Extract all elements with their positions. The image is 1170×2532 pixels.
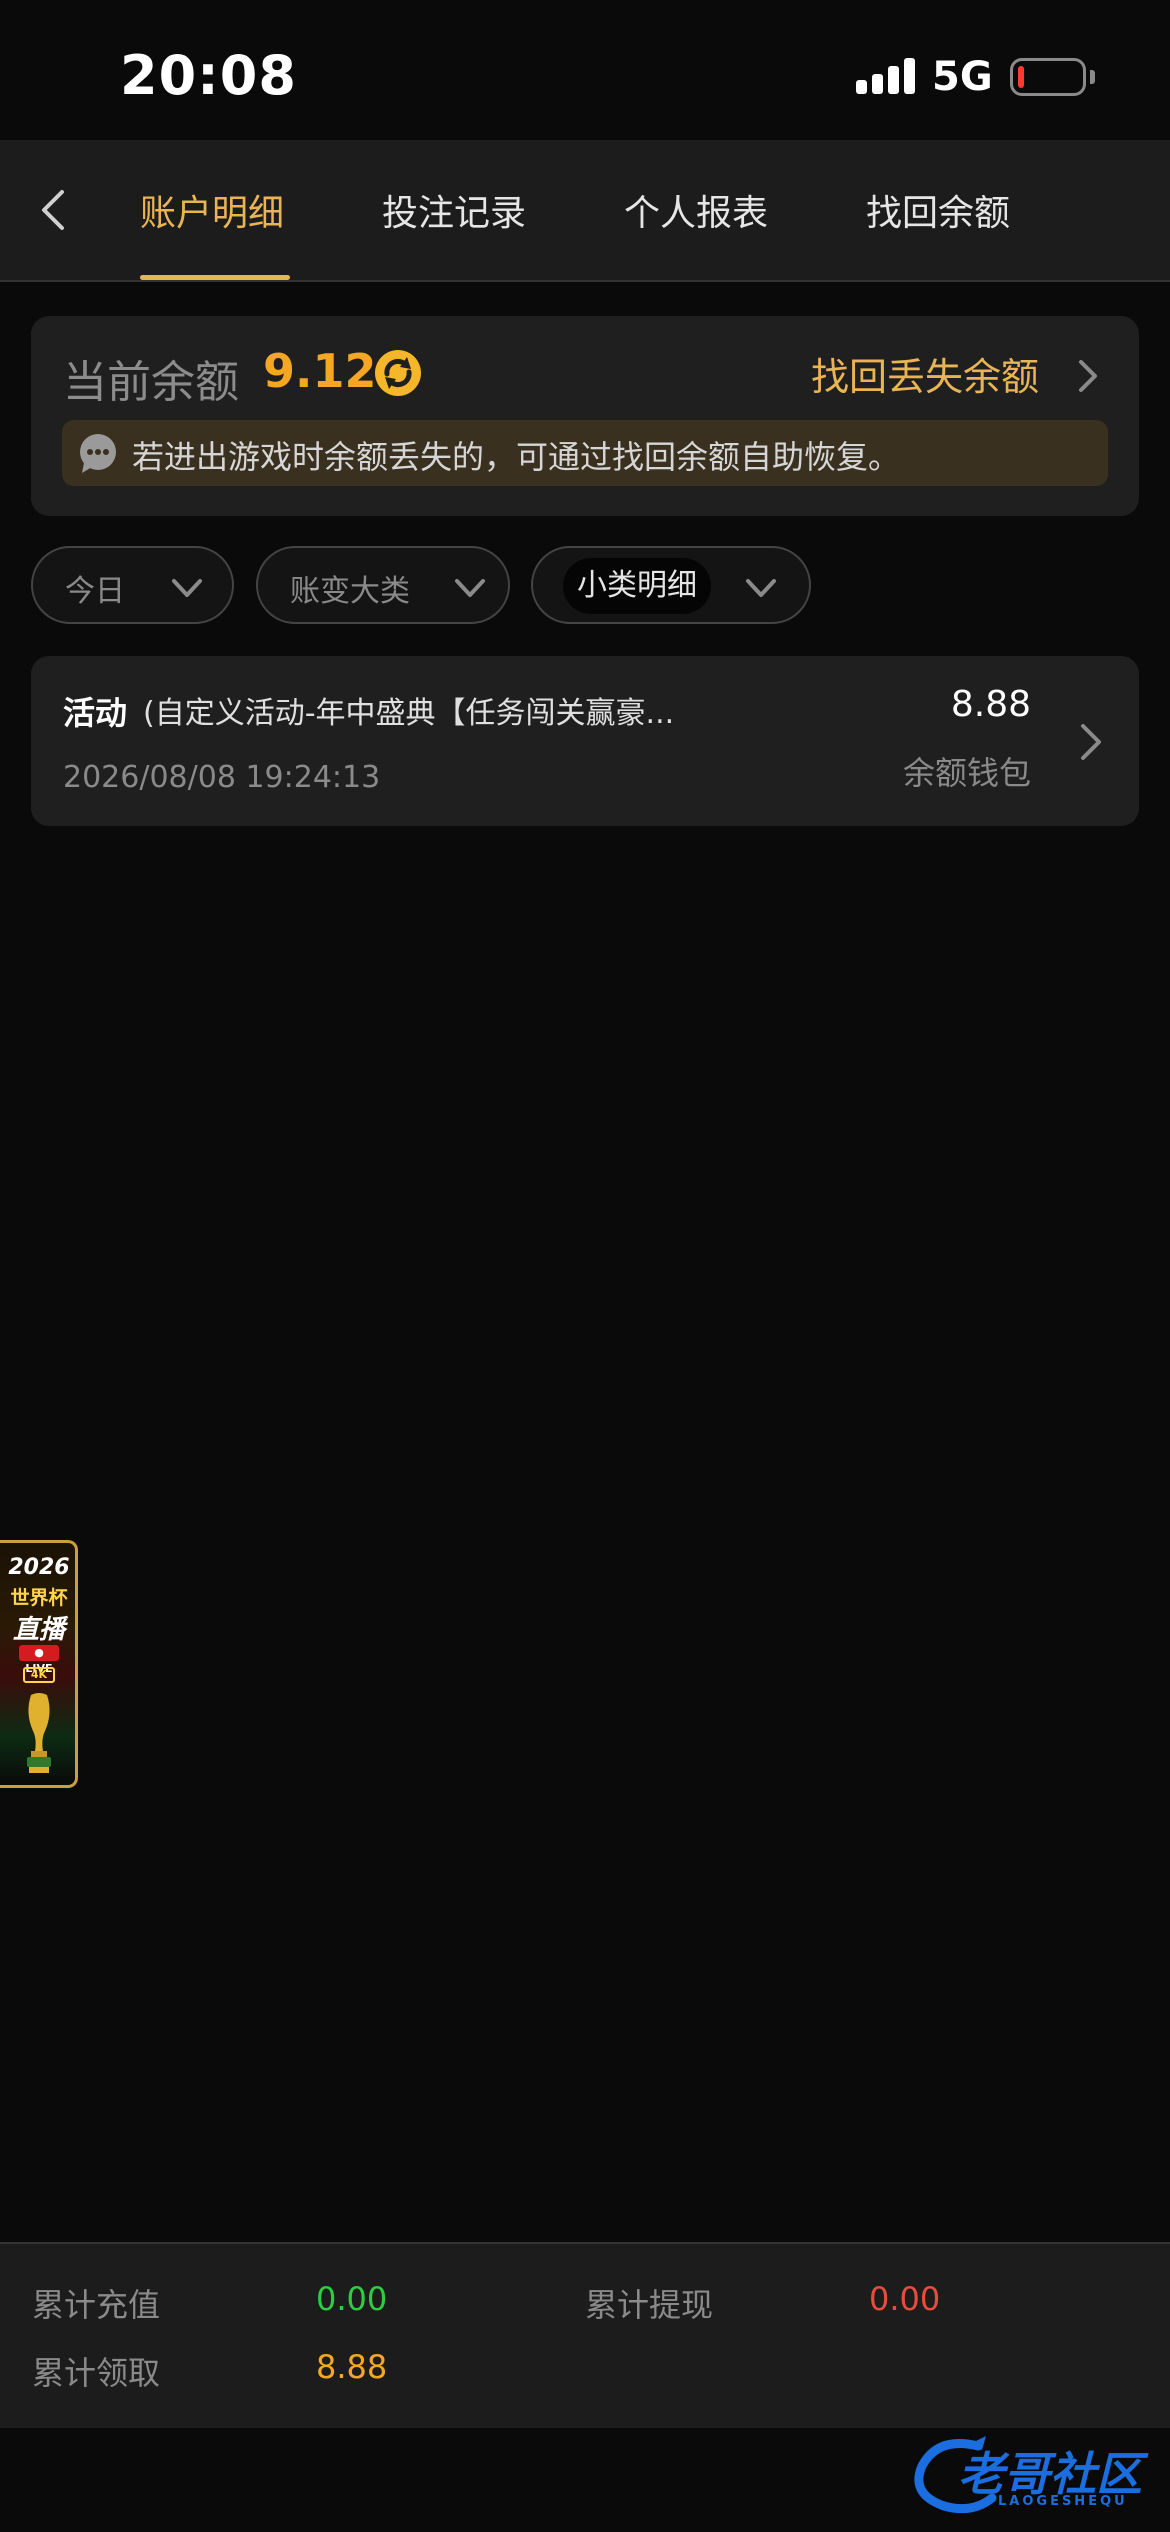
summary-panel: 累计充值 0.00 累计提现 0.00 累计领取 8.88 xyxy=(0,2242,1170,2428)
battery-icon xyxy=(1010,58,1086,96)
badge-title: 世界杯 xyxy=(10,1587,68,1609)
total-claim-label: 累计领取 xyxy=(32,2354,161,2392)
record-title: 活动 xyxy=(63,694,128,732)
battery-level xyxy=(1018,66,1024,88)
battery-cap xyxy=(1090,70,1095,84)
account-details-screen: 20:08 5G 账户明细 投注记录 个人报表 找回余额 当前余额 9.12 找… xyxy=(0,0,1170,2532)
recover-lost-balance-link[interactable]: 找回丢失余额 xyxy=(811,346,1039,406)
category-filter-label: 账变大类 xyxy=(290,574,410,609)
watermark-subtext: LAOGESHEQU xyxy=(998,2494,1128,2509)
subcategory-filter-label: 小类明细 xyxy=(563,558,711,614)
world-cup-live-banner[interactable]: 2026 世界杯 直播 ● LIVE 4K xyxy=(0,1540,78,1788)
active-tab-indicator xyxy=(140,275,290,280)
notice-text: 若进出游戏时余额丢失的，可通过找回余额自助恢复。 xyxy=(132,438,901,476)
chevron-down-icon xyxy=(452,570,488,606)
watermark-logo: 老哥社区 LAOGESHEQU xyxy=(906,2426,1160,2522)
refresh-icon[interactable] xyxy=(373,348,423,398)
tab-account-details[interactable]: 账户明细 xyxy=(140,184,284,236)
chevron-right-icon[interactable] xyxy=(1071,354,1105,398)
balance-label: 当前余额 xyxy=(63,357,239,408)
tab-personal-report[interactable]: 个人报表 xyxy=(624,184,768,236)
record-amount: 8.88 xyxy=(950,684,1031,725)
notice-bar: 若进出游戏时余额丢失的，可通过找回余额自助恢复。 xyxy=(62,420,1108,486)
total-withdraw-label: 累计提现 xyxy=(585,2286,714,2324)
status-bar: 20:08 5G xyxy=(0,0,1170,140)
trophy-icon xyxy=(19,1691,59,1781)
signal-icon xyxy=(856,58,916,94)
balance-card: 当前余额 9.12 找回丢失余额 若进出游戏时余额丢失的，可通过找回余额自助恢复… xyxy=(31,316,1139,516)
status-time: 20:08 xyxy=(120,44,297,107)
total-recharge-value: 0.00 xyxy=(316,2280,388,2318)
tab-recover-balance[interactable]: 找回余额 xyxy=(866,184,1010,236)
chevron-right-icon xyxy=(1071,718,1111,766)
subcategory-filter[interactable]: 小类明细 xyxy=(531,546,811,624)
total-claim-value: 8.88 xyxy=(316,2348,388,2386)
chevron-down-icon xyxy=(743,570,779,606)
chat-bubble-icon xyxy=(76,431,120,475)
date-filter-label: 今日 xyxy=(65,574,125,609)
total-recharge-label: 累计充值 xyxy=(32,2286,161,2324)
badge-subtitle: 直播 xyxy=(12,1615,65,1645)
category-filter[interactable]: 账变大类 xyxy=(256,546,510,624)
chevron-down-icon xyxy=(169,570,205,606)
network-label: 5G xyxy=(932,54,993,100)
badge-year: 2026 xyxy=(8,1555,70,1580)
live-tag: ● LIVE xyxy=(19,1645,59,1675)
record-time: 2026/08/08 19:24:13 xyxy=(63,760,381,795)
tab-bet-records[interactable]: 投注记录 xyxy=(382,184,526,236)
back-button[interactable] xyxy=(20,170,90,250)
tab-header: 账户明细 投注记录 个人报表 找回余额 xyxy=(0,140,1170,282)
transaction-row[interactable]: 活动 (自定义活动-年中盛典【任务闯关赢豪... 2026/08/08 19:2… xyxy=(31,656,1139,826)
quality-tag: 4K xyxy=(23,1667,55,1683)
record-wallet: 余额钱包 xyxy=(902,754,1031,792)
balance-value: 9.12 xyxy=(263,344,377,398)
total-withdraw-value: 0.00 xyxy=(869,2280,941,2318)
chevron-left-icon xyxy=(42,190,64,230)
date-filter[interactable]: 今日 xyxy=(31,546,234,624)
record-description: (自定义活动-年中盛典【任务闯关赢豪... xyxy=(143,696,675,731)
